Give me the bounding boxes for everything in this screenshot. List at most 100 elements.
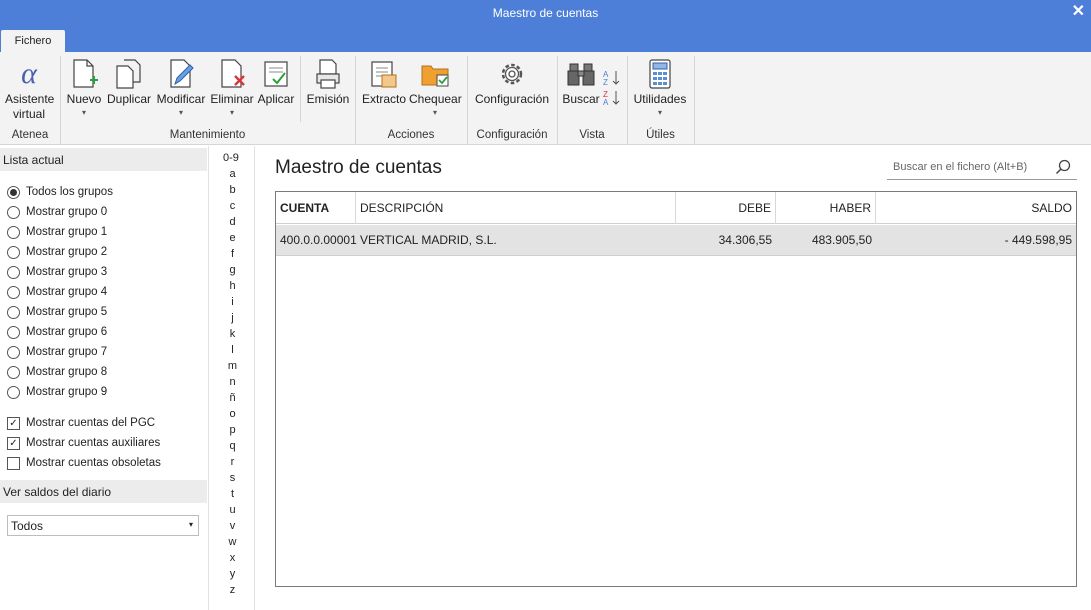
radio-option[interactable]: Mostrar grupo 3: [7, 264, 107, 280]
nuevo-button[interactable]: Nuevo ▾: [66, 58, 102, 117]
radio-button[interactable]: [7, 305, 20, 319]
radio-option[interactable]: Mostrar grupo 7: [7, 344, 107, 360]
alphabet-letter[interactable]: j: [209, 312, 256, 324]
cell-haber: 483.905,50: [811, 233, 872, 247]
apply-icon: [264, 61, 288, 87]
radio-option[interactable]: Mostrar grupo 0: [7, 204, 107, 220]
checkbox-option[interactable]: Mostrar cuentas obsoletas: [7, 455, 161, 471]
title-bar: Maestro de cuentas ✕: [0, 0, 1091, 27]
alphabet-letter[interactable]: s: [209, 472, 256, 484]
duplicate-icon: [116, 59, 141, 89]
radio-button[interactable]: [7, 385, 20, 399]
radio-button[interactable]: [7, 345, 20, 359]
search-icon[interactable]: [1055, 159, 1071, 175]
column-header-haber[interactable]: HABER: [776, 192, 876, 224]
column-header-saldo[interactable]: SALDO: [876, 192, 1076, 224]
alphabet-letter[interactable]: n: [209, 376, 256, 388]
alphabet-letter[interactable]: y: [209, 568, 256, 580]
duplicar-button[interactable]: Duplicar: [106, 58, 152, 107]
emision-button[interactable]: Emisión: [306, 58, 350, 107]
alphabet-letter[interactable]: u: [209, 504, 256, 516]
buscar-button[interactable]: Buscar: [562, 58, 600, 107]
chevron-down-icon: ▾: [432, 108, 437, 117]
alphabet-letter[interactable]: c: [209, 200, 256, 212]
alphabet-letter[interactable]: 0-9: [209, 152, 256, 164]
saldos-select[interactable]: Todos ▾: [7, 515, 199, 536]
alphabet-letter[interactable]: a: [209, 168, 256, 180]
chevron-down-icon: ▾: [188, 520, 193, 529]
column-header-cuenta[interactable]: CUENTA: [276, 192, 356, 224]
alphabet-letter[interactable]: q: [209, 440, 256, 452]
group-label-atenea: Atenea: [11, 129, 49, 141]
alphabet-letter[interactable]: ñ: [209, 392, 256, 404]
alphabet-letter[interactable]: k: [209, 328, 256, 340]
asistente-virtual-button[interactable]: α Asistente virtual: [5, 58, 54, 122]
radio-option[interactable]: Todos los grupos: [7, 184, 113, 200]
alphabet-letter[interactable]: w: [209, 536, 256, 548]
eliminar-button[interactable]: Eliminar ▾: [210, 58, 254, 117]
svg-text:α: α: [21, 58, 38, 90]
table-row[interactable]: 400.0.0.00001 VERTICAL MADRID, S.L. 34.3…: [276, 225, 1076, 256]
checkbox[interactable]: [7, 456, 20, 470]
radio-button[interactable]: [7, 185, 20, 199]
checkbox-option[interactable]: ✓ Mostrar cuentas del PGC: [7, 415, 155, 431]
duplicar-label: Duplicar: [106, 92, 151, 106]
checkbox[interactable]: ✓: [7, 416, 20, 430]
close-icon[interactable]: ✕: [1072, 1, 1085, 21]
alphabet-letter[interactable]: f: [209, 248, 256, 260]
checkbox[interactable]: ✓: [7, 436, 20, 450]
radio-button[interactable]: [7, 225, 20, 239]
radio-label: Mostrar grupo 8: [26, 366, 108, 378]
modificar-label: Modificar: [156, 92, 206, 106]
extracto-button[interactable]: Extracto: [361, 58, 407, 107]
checkbox-option[interactable]: ✓ Mostrar cuentas auxiliares: [7, 435, 160, 451]
saldos-select-value: Todos: [11, 519, 44, 533]
alphabet-letter[interactable]: p: [209, 424, 256, 436]
alphabet-letter[interactable]: z: [209, 584, 256, 596]
alphabet-letter[interactable]: e: [209, 232, 256, 244]
alphabet-letter[interactable]: t: [209, 488, 256, 500]
radio-option[interactable]: Mostrar grupo 8: [7, 364, 107, 380]
radio-button[interactable]: [7, 325, 20, 339]
search-input[interactable]: Buscar en el fichero (Alt+B): [887, 156, 1077, 180]
column-header-debe[interactable]: DEBE: [676, 192, 776, 224]
radio-option[interactable]: Mostrar grupo 9: [7, 384, 107, 400]
radio-option[interactable]: Mostrar grupo 2: [7, 244, 107, 260]
radio-option[interactable]: Mostrar grupo 5: [7, 304, 107, 320]
cell-descripcion: VERTICAL MADRID, S.L.: [360, 233, 497, 247]
utilidades-button[interactable]: Utilidades ▾: [632, 58, 688, 117]
configuracion-button[interactable]: Configuración: [473, 58, 551, 107]
chequear-button[interactable]: Chequear ▾: [409, 58, 462, 117]
radio-button[interactable]: [7, 285, 20, 299]
alphabet-letter[interactable]: m: [209, 360, 256, 372]
radio-button[interactable]: [7, 265, 20, 279]
modificar-button[interactable]: Modificar ▾: [156, 58, 206, 117]
radio-label: Mostrar grupo 0: [26, 206, 108, 218]
radio-button[interactable]: [7, 245, 20, 259]
alphabet-letter[interactable]: g: [209, 264, 256, 276]
radio-button[interactable]: [7, 365, 20, 379]
chevron-down-icon: ▾: [178, 108, 183, 117]
alphabet-letter[interactable]: d: [209, 216, 256, 228]
alpha-icon: α: [21, 58, 38, 90]
sort-button[interactable]: A Z Z A: [601, 68, 623, 111]
radio-option[interactable]: Mostrar grupo 1: [7, 224, 107, 240]
alphabet-letter[interactable]: i: [209, 296, 256, 308]
alphabet-letter[interactable]: v: [209, 520, 256, 532]
radio-button[interactable]: [7, 205, 20, 219]
gear-icon: [501, 63, 523, 85]
alphabet-letter[interactable]: l: [209, 344, 256, 356]
utilidades-label: Utilidades: [633, 92, 687, 106]
alphabet-letter[interactable]: h: [209, 280, 256, 292]
aplicar-button[interactable]: Aplicar: [257, 58, 295, 107]
radio-option[interactable]: Mostrar grupo 4: [7, 284, 107, 300]
chequear-label: Chequear: [409, 92, 462, 106]
new-doc-icon: [73, 59, 98, 88]
tab-fichero[interactable]: Fichero: [1, 30, 65, 53]
alphabet-letter[interactable]: r: [209, 456, 256, 468]
radio-option[interactable]: Mostrar grupo 6: [7, 324, 107, 340]
alphabet-letter[interactable]: o: [209, 408, 256, 420]
alphabet-letter[interactable]: x: [209, 552, 256, 564]
column-header-descripcion[interactable]: DESCRIPCIÓN: [356, 192, 676, 224]
alphabet-letter[interactable]: b: [209, 184, 256, 196]
